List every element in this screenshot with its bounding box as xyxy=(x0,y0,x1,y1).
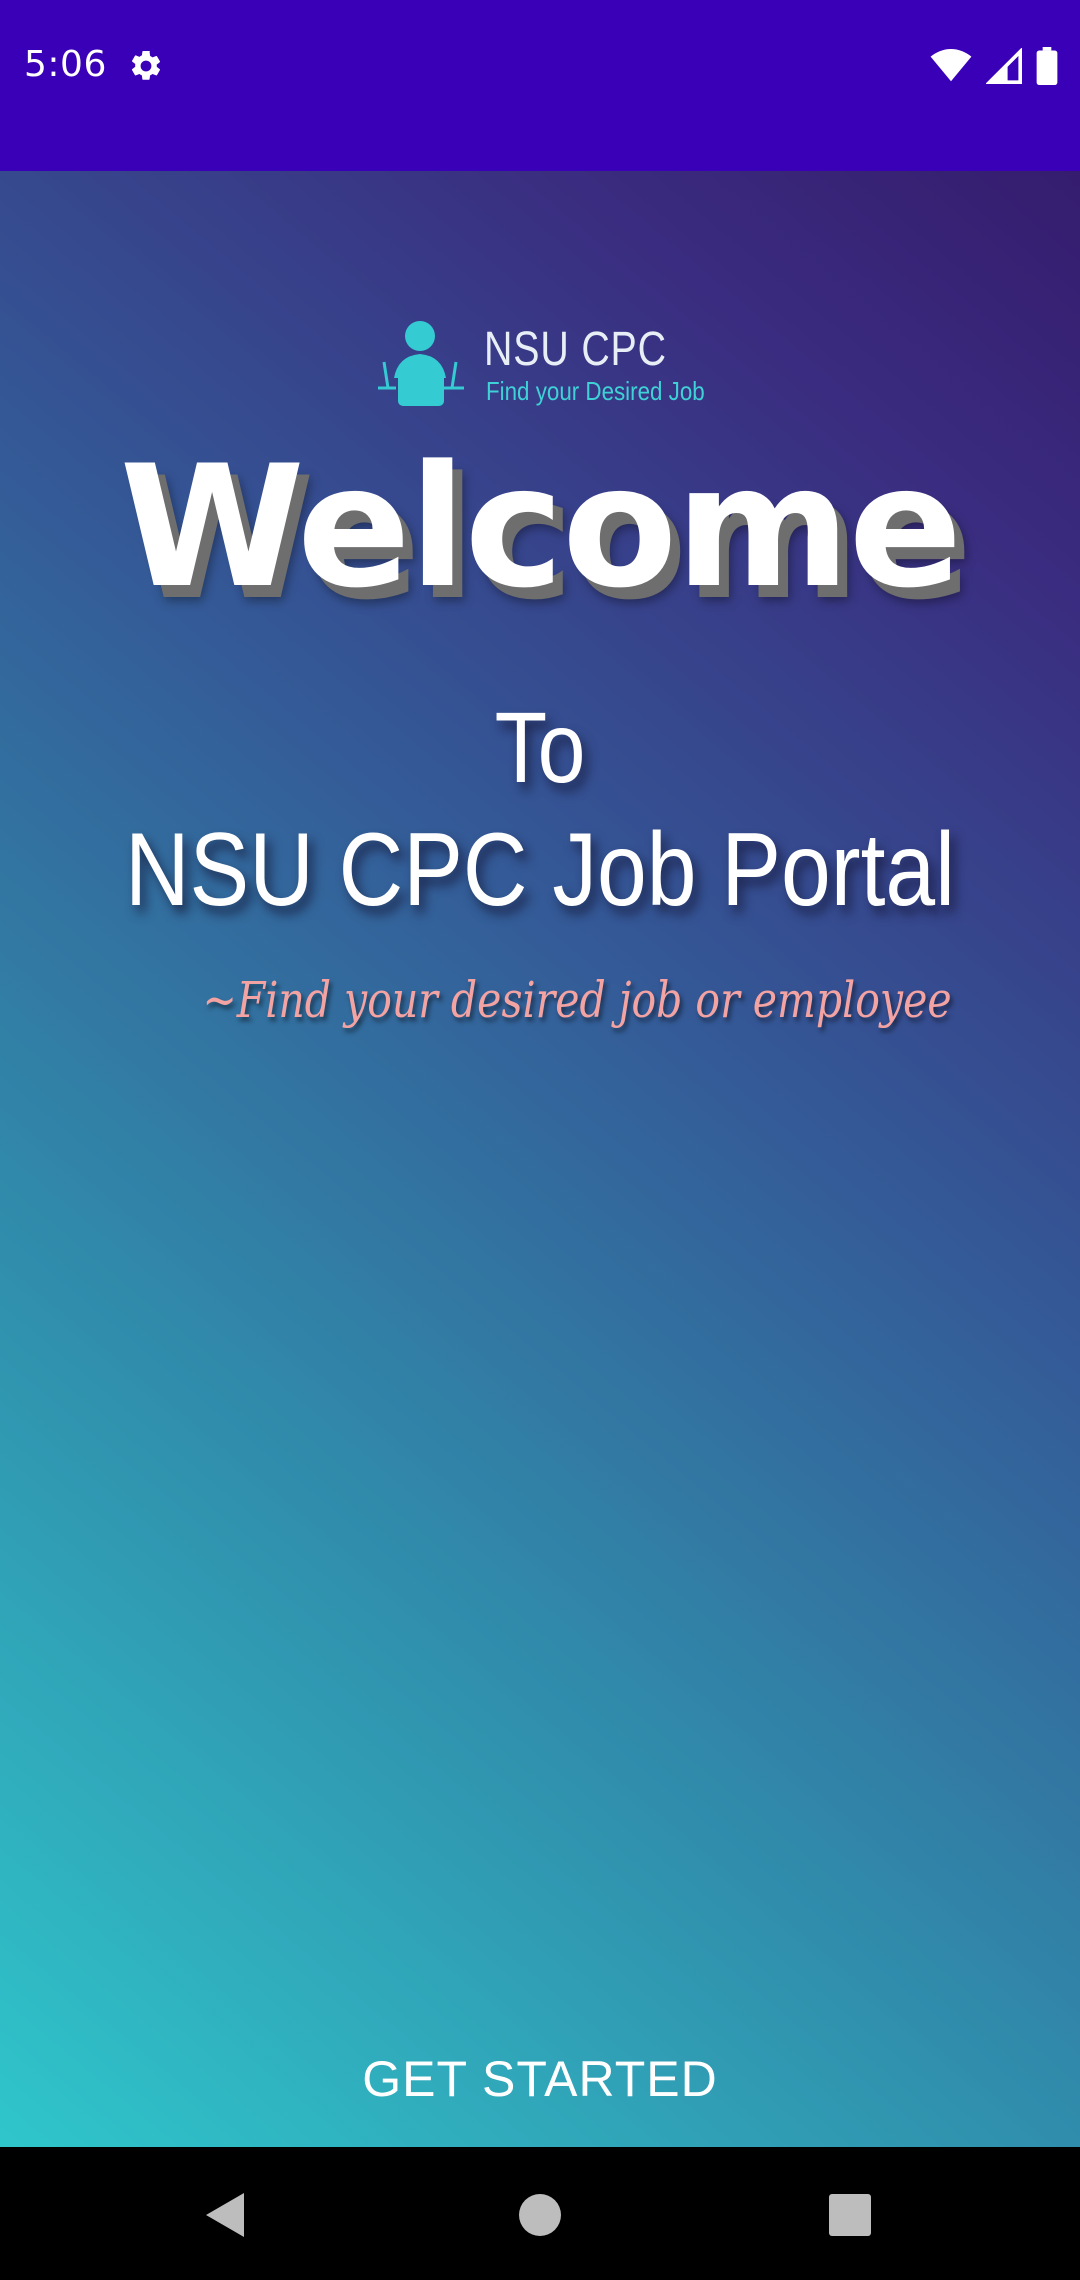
get-started-button[interactable]: GET STARTED xyxy=(340,2033,740,2123)
app-screen: 5:06 NSU CPC Find your Desired Job Welco… xyxy=(0,0,1080,2280)
to-heading: To xyxy=(494,692,586,804)
logo-tagline: Find your Desired Job xyxy=(486,376,705,406)
logo-title: NSU CPC xyxy=(484,323,667,376)
person-at-laptop-icon xyxy=(376,316,466,416)
navigation-bar xyxy=(0,2147,1080,2280)
status-bar: 5:06 xyxy=(0,0,1080,171)
subtitle-text: ~Find your desired job or employee xyxy=(202,971,952,1029)
welcome-heading: Welcome xyxy=(119,429,963,625)
back-icon[interactable] xyxy=(194,2183,258,2247)
recents-icon[interactable] xyxy=(818,2183,882,2247)
wifi-icon xyxy=(930,49,972,87)
gear-icon xyxy=(128,48,164,84)
signal-icon xyxy=(985,47,1022,88)
status-icons xyxy=(930,47,1058,89)
status-time: 5:06 xyxy=(24,44,107,85)
home-icon[interactable] xyxy=(508,2183,572,2247)
welcome-screen: NSU CPC Find your Desired Job Welcome To… xyxy=(0,171,1080,2147)
app-logo: NSU CPC Find your Desired Job xyxy=(376,316,716,416)
battery-icon xyxy=(1036,47,1058,89)
portal-name-heading: NSU CPC Job Portal xyxy=(124,812,956,928)
